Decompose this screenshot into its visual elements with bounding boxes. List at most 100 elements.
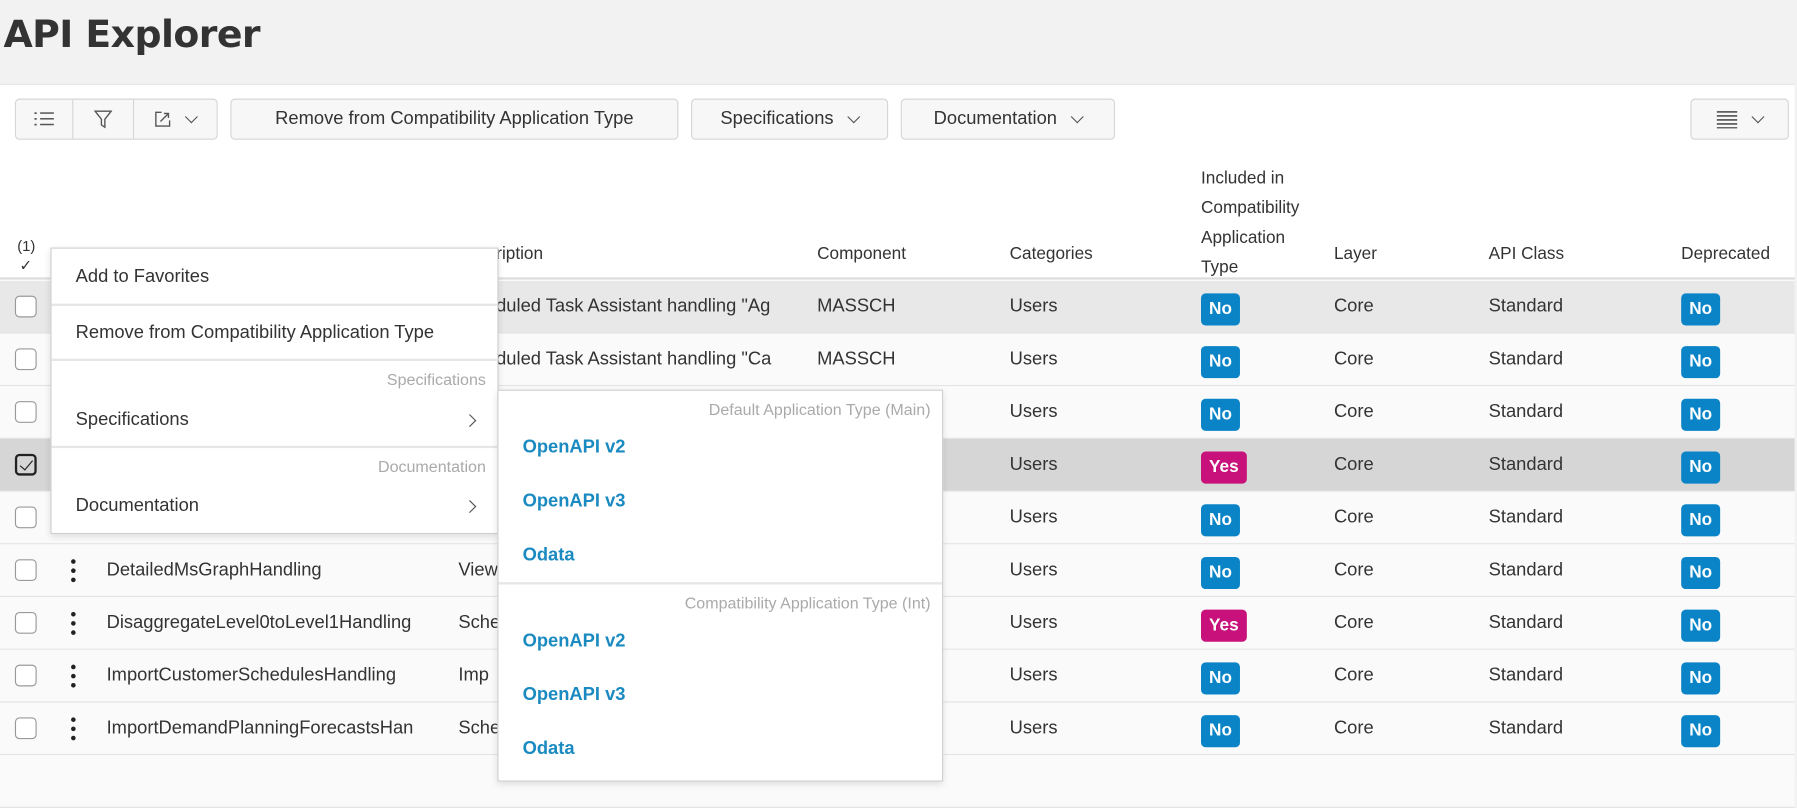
main-openapi-v3-link[interactable]: OpenAPI v3 <box>523 492 626 513</box>
included-badge: Yes <box>1201 609 1247 642</box>
column-description[interactable]: ription <box>496 244 543 263</box>
row-checkbox[interactable] <box>14 611 37 634</box>
included-badge: Yes <box>1201 451 1247 484</box>
row-context-menu: Add to Favorites Remove from Compatibili… <box>50 247 499 535</box>
deprecated-badge: No <box>1681 715 1721 748</box>
api-component: MASSCH <box>817 349 896 370</box>
menu-item-add-favorites[interactable]: Add to Favorites <box>52 249 498 306</box>
specifications-dropdown[interactable]: Specifications <box>691 98 889 140</box>
api-class: Standard <box>1488 507 1564 528</box>
api-categories: Users <box>1009 613 1058 633</box>
chevron-down-icon <box>1071 109 1085 123</box>
remove-from-compatibility-button[interactable]: Remove from Compatibility Application Ty… <box>230 98 679 140</box>
export-button[interactable] <box>134 100 217 139</box>
main-openapi-v2-link[interactable]: OpenAPI v2 <box>523 438 626 459</box>
page-title: API Explorer <box>3 11 260 57</box>
deprecated-badge: No <box>1681 556 1721 590</box>
list-view-button[interactable] <box>16 99 74 139</box>
included-badge: No <box>1201 293 1240 326</box>
app: API Explorer Remove from Compatibility A… <box>0 0 1797 808</box>
row-checkbox[interactable] <box>14 295 37 318</box>
column-component[interactable]: Component <box>817 244 906 263</box>
row-checkbox[interactable] <box>14 401 37 423</box>
more-actions-icon[interactable] <box>71 664 76 688</box>
column-categories[interactable]: Categories <box>1010 244 1093 263</box>
select-all-check[interactable]: ✓ <box>19 257 31 275</box>
api-layer: Core <box>1333 665 1374 686</box>
included-badge: No <box>1201 662 1240 695</box>
view-settings-dropdown[interactable] <box>1690 98 1789 140</box>
menu-divider <box>51 445 498 449</box>
api-categories: Users <box>1009 718 1058 739</box>
row-checkbox[interactable] <box>14 559 37 582</box>
submenu-section-int: Compatibility Application Type (Int) <box>684 593 931 612</box>
row-checkbox[interactable] <box>14 506 37 529</box>
int-openapi-v3-link[interactable]: OpenAPI v3 <box>523 685 626 706</box>
api-name[interactable]: DisaggregateLevel0toLevel1Handling <box>107 597 449 649</box>
deprecated-badge: No <box>1681 451 1721 484</box>
api-name[interactable]: ImportCustomerSchedulesHandling <box>107 650 449 702</box>
api-class: Standard <box>1488 296 1564 317</box>
main-odata-link[interactable]: Odata <box>523 545 575 566</box>
row-checkbox[interactable] <box>14 348 37 371</box>
included-badge: No <box>1201 715 1240 748</box>
included-badge: No <box>1201 556 1240 590</box>
more-actions-icon[interactable] <box>71 611 76 635</box>
api-layer: Core <box>1333 349 1374 370</box>
more-actions-icon[interactable] <box>71 559 76 583</box>
deprecated-badge: No <box>1681 662 1721 695</box>
api-class: Standard <box>1488 560 1564 580</box>
menu-section-specifications: Specifications <box>386 370 486 389</box>
column-deprecated[interactable]: Deprecated <box>1681 244 1770 263</box>
api-component: MASSCH <box>817 296 896 317</box>
column-included[interactable]: Included in Compatibility Application Ty… <box>1201 164 1316 283</box>
menu-item-remove-compatibility[interactable]: Remove from Compatibility Application Ty… <box>52 306 498 360</box>
api-class: Standard <box>1488 402 1564 422</box>
api-categories: Users <box>1009 665 1058 686</box>
api-categories: Users <box>1009 349 1058 370</box>
row-checkbox[interactable] <box>14 453 37 476</box>
submenu-divider <box>498 582 943 585</box>
api-name[interactable]: DetailedMsGraphHandling <box>107 544 449 596</box>
column-layer[interactable]: Layer <box>1334 244 1377 263</box>
menu-section-documentation: Documentation <box>377 457 486 476</box>
api-categories: Users <box>1009 296 1058 317</box>
int-odata-link[interactable]: Odata <box>523 739 575 760</box>
filter-button[interactable] <box>73 99 135 139</box>
documentation-item-label: Documentation <box>75 496 199 516</box>
menu-item-documentation[interactable]: Documentation <box>52 484 498 530</box>
specifications-label: Specifications <box>720 108 834 129</box>
chevron-down-icon <box>847 109 861 123</box>
api-layer: Core <box>1333 296 1374 317</box>
more-actions-icon[interactable] <box>71 717 76 741</box>
api-description: eduled Task Assistant handling "Ca <box>485 349 772 370</box>
api-class: Standard <box>1488 665 1564 686</box>
column-api-class[interactable]: API Class <box>1489 244 1564 263</box>
chevron-down-icon <box>184 109 198 123</box>
list-icon <box>33 112 54 126</box>
chevron-right-icon <box>463 414 477 428</box>
specifications-submenu: Default Application Type (Main) OpenAPI … <box>497 389 944 782</box>
included-badge: No <box>1201 346 1240 379</box>
submenu-section-main: Default Application Type (Main) <box>708 399 931 419</box>
menu-item-specifications[interactable]: Specifications <box>52 398 498 444</box>
row-checkbox[interactable] <box>14 664 37 687</box>
density-icon <box>1716 111 1738 129</box>
documentation-dropdown[interactable]: Documentation <box>900 98 1116 140</box>
api-name[interactable]: ImportDemandPlanningForecastsHan <box>107 702 449 754</box>
deprecated-badge: No <box>1681 609 1721 642</box>
row-checkbox[interactable] <box>14 717 37 740</box>
export-icon <box>155 111 171 127</box>
menu-divider <box>51 358 498 361</box>
deprecated-badge: No <box>1681 346 1721 379</box>
api-class: Standard <box>1488 718 1564 739</box>
filter-icon <box>93 110 113 129</box>
specifications-item-label: Specifications <box>75 410 189 430</box>
chevron-right-icon <box>463 500 477 514</box>
selection-count: (1) <box>17 237 36 255</box>
api-layer: Core <box>1333 402 1374 422</box>
int-openapi-v2-link[interactable]: OpenAPI v2 <box>523 631 626 652</box>
deprecated-badge: No <box>1681 398 1721 431</box>
deprecated-badge: No <box>1681 504 1721 537</box>
api-categories: Users <box>1009 560 1058 580</box>
